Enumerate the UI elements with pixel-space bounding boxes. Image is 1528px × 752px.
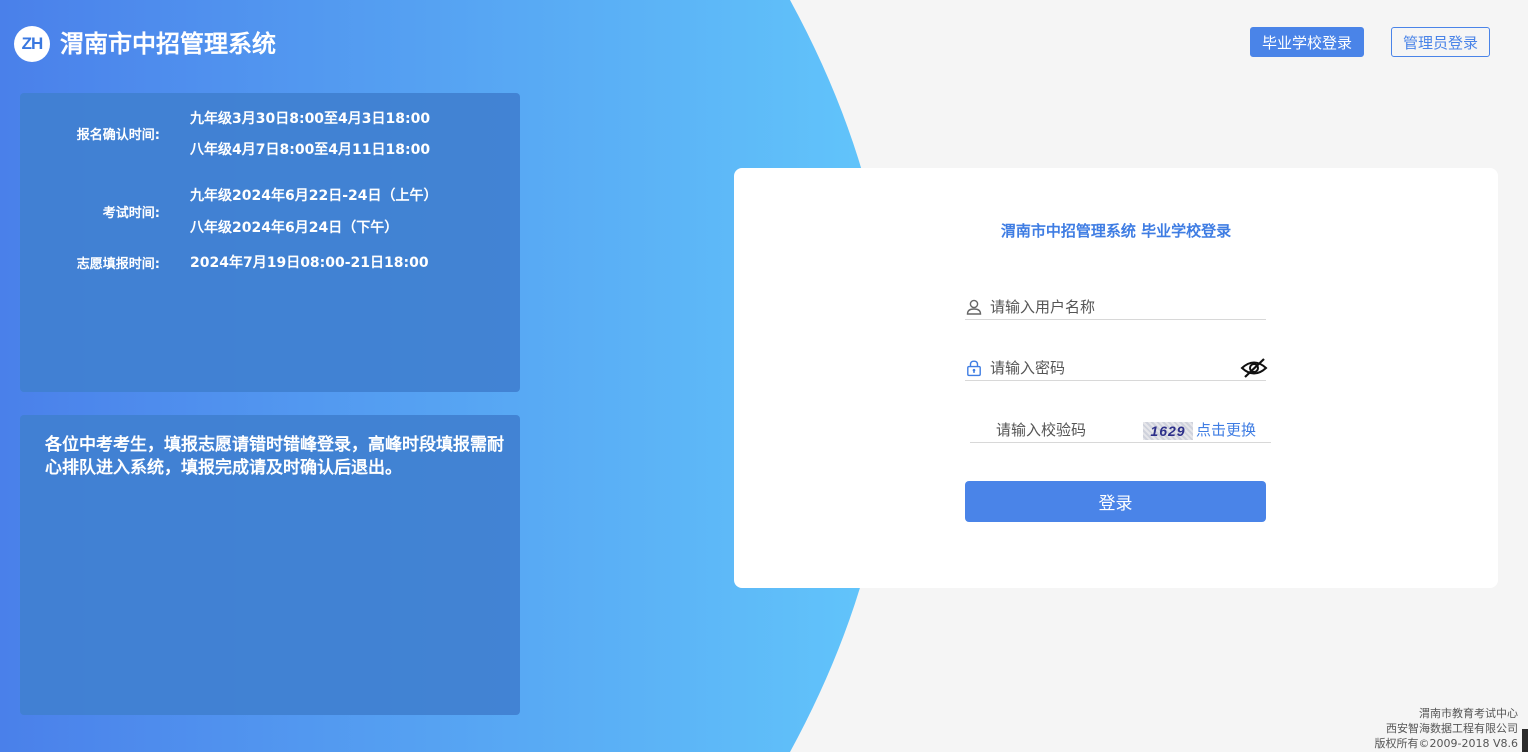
notice-text: 各位中考考生，填报志愿请错时错峰登录，高峰时段填报需耐心排队进入系统，填报完成请… [45,435,504,478]
username-input[interactable] [990,295,1230,319]
exam-time-label: 考试时间: [102,206,160,221]
admin-login-button[interactable]: 管理员登录 [1391,27,1491,57]
lock-icon [967,360,981,377]
captcha-input[interactable] [996,418,1136,442]
user-icon [966,299,982,315]
notice-panel: 各位中考考生，填报志愿请错时错峰登录，高峰时段填报需耐心排队进入系统，填报完成请… [20,415,520,715]
exam-time-value: 九年级2024年6月22日-24日（上午） [190,188,438,204]
choice-time-label: 志愿填报时间: [76,257,160,272]
username-field [965,295,1266,320]
choice-time-value: 2024年7月19日08:00-21日18:00 [190,255,429,271]
footer-organizer: 渭南市教育考试中心 [1419,707,1518,720]
captcha-refresh-link[interactable]: 点击更换 [1196,418,1256,442]
login-button[interactable]: 登录 [965,481,1266,522]
captcha-field: 1629 点击更换 [970,418,1271,443]
footer-copyright: 版权所有©2009-2018 V8.6 [1374,737,1518,750]
login-title: 渭南市中招管理系统 毕业学校登录 [1000,222,1232,240]
logo: ZH [14,26,50,62]
confirm-time-label: 报名确认时间: [76,128,160,143]
school-login-button[interactable]: 毕业学校登录 [1250,27,1365,57]
app-title: 渭南市中招管理系统 [60,30,276,58]
exam-time-value: 八年级2024年6月24日（下午） [190,220,399,236]
corner-tab [1522,729,1528,752]
captcha-image[interactable]: 1629 [1143,422,1193,440]
password-field [965,356,1268,381]
confirm-time-value: 九年级3月30日8:00至4月3日18:00 [190,111,431,127]
password-input[interactable] [990,356,1230,380]
login-card: 渭南市中招管理系统 毕业学校登录 1629 点击更换 登录 [734,168,1498,588]
eye-off-icon[interactable] [1240,357,1268,379]
schedule-panel: 报名确认时间: 九年级3月30日8:00至4月3日18:00 八年级4月7日8:… [20,93,520,392]
confirm-time-value: 八年级4月7日8:00至4月11日18:00 [190,142,431,158]
footer-company: 西安智海数据工程有限公司 [1386,722,1518,735]
